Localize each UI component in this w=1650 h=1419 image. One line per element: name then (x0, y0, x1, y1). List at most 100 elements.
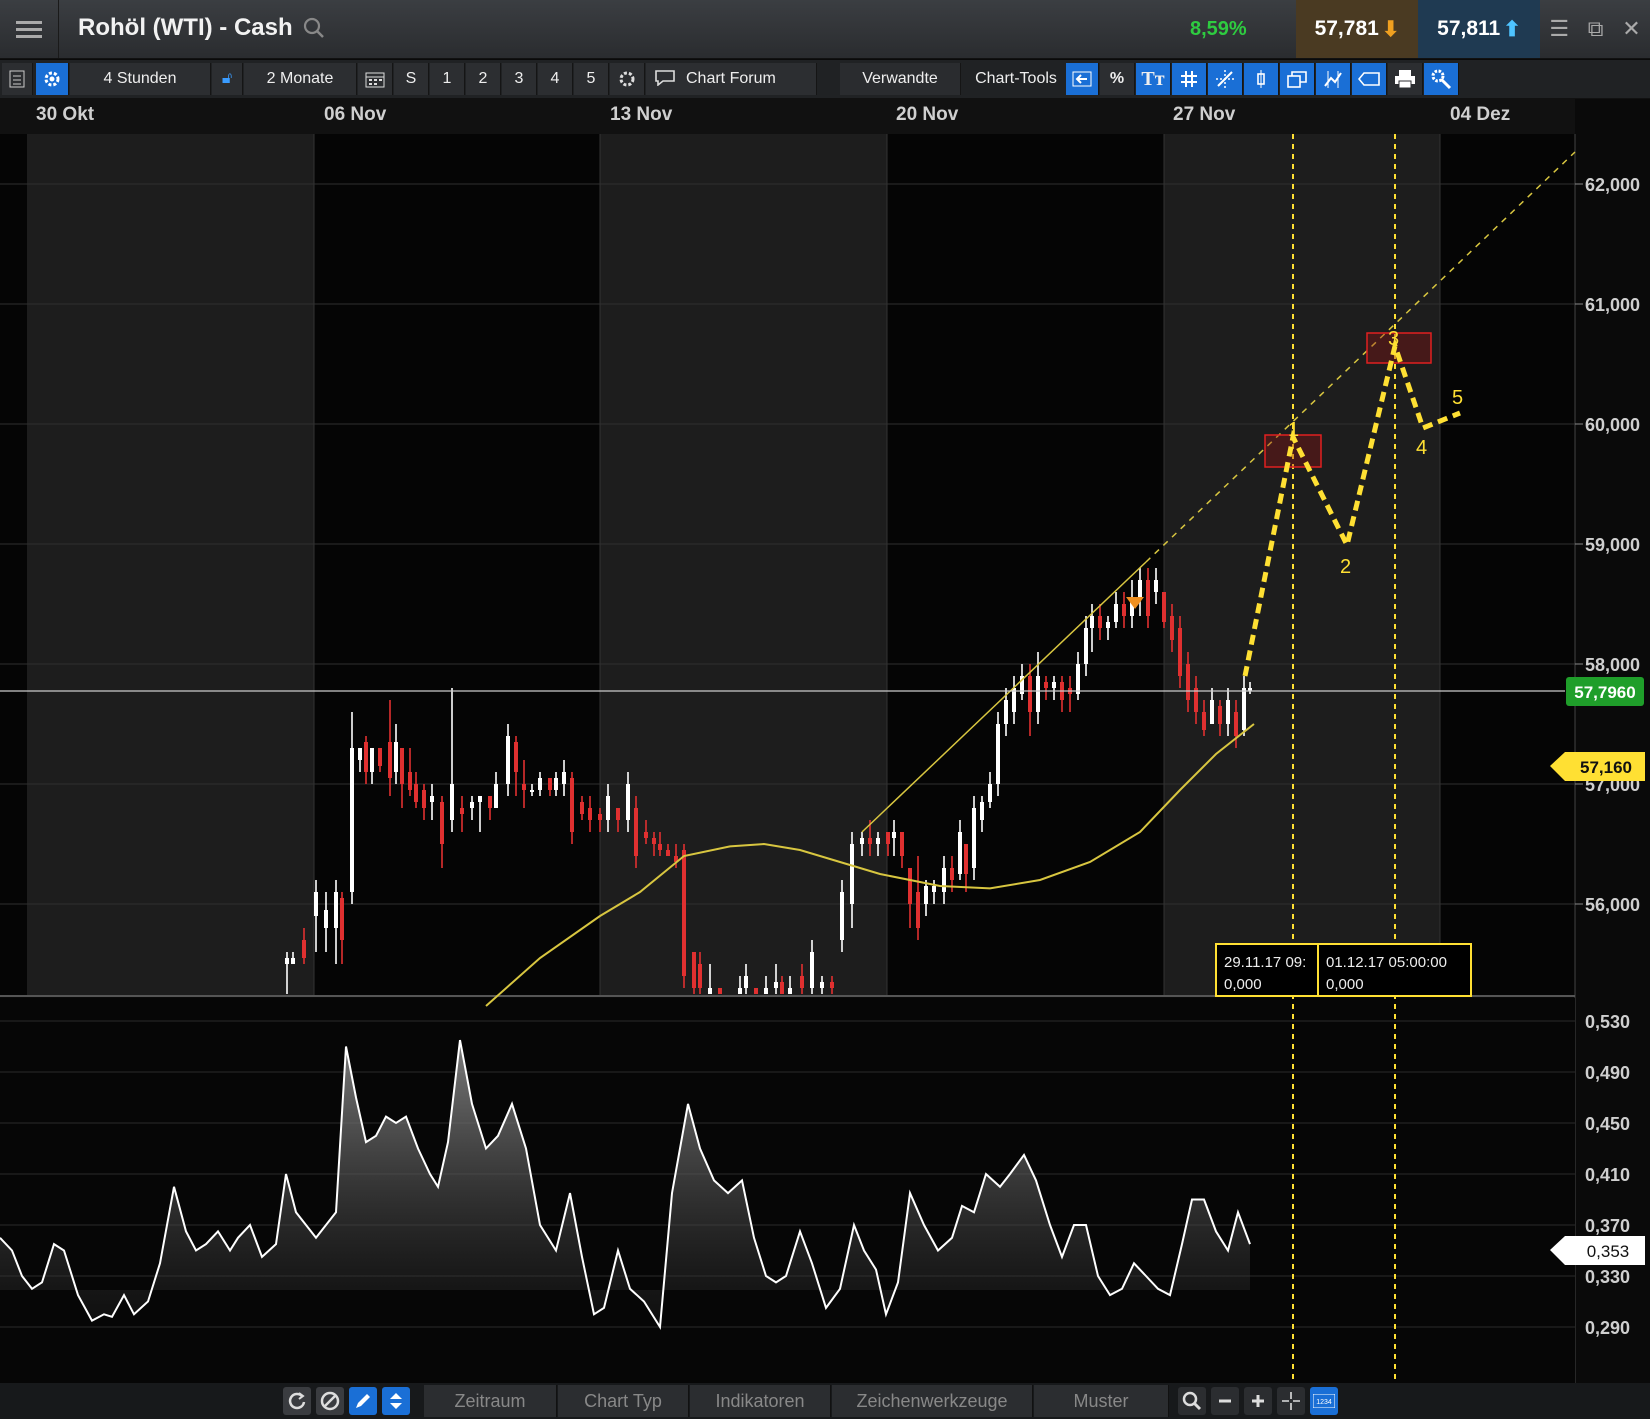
grid-icon[interactable] (1172, 63, 1207, 95)
ask-price-button[interactable]: 57,811 ⬆ (1418, 0, 1540, 58)
preset-4-button[interactable]: 4 (538, 63, 573, 95)
tab-indikatoren[interactable]: Indikatoren (690, 1385, 831, 1417)
price-tick-label: 56,000 (1585, 895, 1640, 915)
candle-body (900, 832, 904, 856)
list-icon[interactable] (2, 63, 33, 95)
candle-body (370, 748, 374, 772)
zoom-icon[interactable] (1178, 1387, 1206, 1415)
candle-body (430, 796, 434, 802)
preset-2-button[interactable]: 2 (466, 63, 501, 95)
current-price-value: 57,7960 (1574, 683, 1635, 702)
date-label: 30 Okt (36, 104, 95, 125)
date-label: 13 Nov (610, 104, 673, 125)
chart-forum-button[interactable]: Chart Forum (646, 63, 817, 95)
interval-select[interactable]: 4 Stunden (70, 63, 211, 95)
block-icon[interactable] (316, 1387, 344, 1415)
close-icon[interactable]: ✕ (1622, 16, 1640, 42)
preset-1-button[interactable]: 1 (430, 63, 465, 95)
windows-icon[interactable] (1280, 63, 1315, 95)
tab-chart-typ[interactable]: Chart Typ (558, 1385, 689, 1417)
candle-body (340, 898, 344, 940)
trend-tool-icon[interactable] (1316, 63, 1351, 95)
candle-body (548, 778, 552, 790)
scroll-updown-icon[interactable] (382, 1387, 410, 1415)
candle-body (1226, 700, 1230, 724)
text-tool-button[interactable]: Tт (1136, 63, 1171, 95)
candle-body (334, 892, 338, 928)
ma-price-value: 57,160 (1580, 758, 1632, 777)
label-tag-icon[interactable] (1352, 63, 1387, 95)
drag-handle-icon[interactable]: ☰ (1549, 16, 1569, 42)
arrow-left-icon[interactable] (1066, 63, 1099, 95)
candle-body (958, 832, 962, 874)
wave-label-1: 1 (1288, 419, 1299, 441)
zoom-in-icon[interactable] (1244, 1387, 1272, 1415)
candle-body (1186, 664, 1190, 700)
candle-body (658, 844, 662, 850)
candle-body (886, 832, 890, 844)
value-display-icon[interactable]: 1234 (1310, 1387, 1338, 1415)
candle-body (840, 892, 844, 940)
candle-body (1248, 688, 1252, 691)
candle-body (1178, 628, 1182, 676)
tab-zeitraum[interactable]: Zeitraum (424, 1385, 557, 1417)
range-select[interactable]: 2 Monate (244, 63, 357, 95)
calendar-icon[interactable] (358, 63, 393, 95)
candle-body (924, 886, 928, 904)
related-button[interactable]: Verwandte (840, 63, 961, 95)
preset-3-button[interactable]: 3 (502, 63, 537, 95)
tools-settings-icon[interactable] (1424, 63, 1459, 95)
print-icon[interactable] (1388, 63, 1423, 95)
crosshair-icon[interactable] (1277, 1387, 1305, 1415)
candle (972, 796, 976, 880)
settings-gear-icon[interactable] (36, 63, 69, 95)
candle-body (972, 808, 976, 868)
candle-body (1028, 676, 1032, 712)
wave-label-5: 5 (1452, 387, 1463, 409)
week-bands (0, 134, 1575, 996)
bid-price-button[interactable]: 57,781 ⬇ (1296, 0, 1418, 58)
candle-body (692, 952, 696, 988)
candle-body (1090, 616, 1094, 628)
candle-body (932, 886, 936, 892)
candle-body (1170, 616, 1174, 640)
tooltip-value: 0,000 (1326, 976, 1364, 993)
candle-body (408, 772, 412, 790)
search-icon[interactable] (302, 16, 326, 45)
candle-icon[interactable] (1244, 63, 1279, 95)
refresh-icon[interactable] (283, 1387, 311, 1415)
arrow-down-icon: ⬇ (1381, 17, 1400, 41)
tab-muster[interactable]: Muster (1034, 1385, 1169, 1417)
candle-body (980, 802, 984, 820)
ask-price: 57,811 (1437, 17, 1501, 40)
preset-s-button[interactable]: S (394, 63, 429, 95)
candle (692, 952, 696, 994)
hamburger-icon (16, 17, 42, 42)
candle-body (652, 838, 656, 844)
candle-body (682, 850, 686, 976)
price-tick-label: 58,000 (1585, 655, 1640, 675)
tab-zeichenwerkzeuge[interactable]: Zeichenwerkzeuge (832, 1385, 1033, 1417)
price-tick-label: 60,000 (1585, 415, 1640, 435)
lock-icon[interactable]: 🔓︎ (212, 63, 243, 95)
title-bar: Rohöl (WTI) - Cash 8,59% 57,781 ⬇ 57,811… (0, 0, 1650, 59)
candle-body (478, 796, 482, 802)
menu-button[interactable] (0, 0, 59, 58)
zoom-out-icon[interactable] (1211, 1387, 1239, 1415)
candle-body (1122, 604, 1126, 616)
chart-canvas[interactable]: 1 2 3 4 5 29.11.17 09: 0,000 01.12.17 05… (0, 134, 1650, 1383)
crosshair-line-icon[interactable] (1208, 63, 1243, 95)
pencil-icon[interactable] (349, 1387, 377, 1415)
indicator-tick-label: 0,450 (1585, 1114, 1630, 1134)
preset-5-button[interactable]: 5 (574, 63, 609, 95)
candle-body (626, 784, 630, 820)
percent-button[interactable]: % (1100, 63, 1135, 95)
trading-app: Rohöl (WTI) - Cash 8,59% 57,781 ⬇ 57,811… (0, 0, 1650, 1419)
preset-settings-gear-icon[interactable] (610, 63, 645, 95)
candle-body (1162, 592, 1166, 622)
popout-icon[interactable]: ⧉ (1588, 16, 1604, 42)
candle-body (1084, 628, 1088, 664)
candle-body (506, 736, 510, 784)
candle-body (1036, 676, 1040, 712)
indicator-tick-label: 0,410 (1585, 1165, 1630, 1185)
